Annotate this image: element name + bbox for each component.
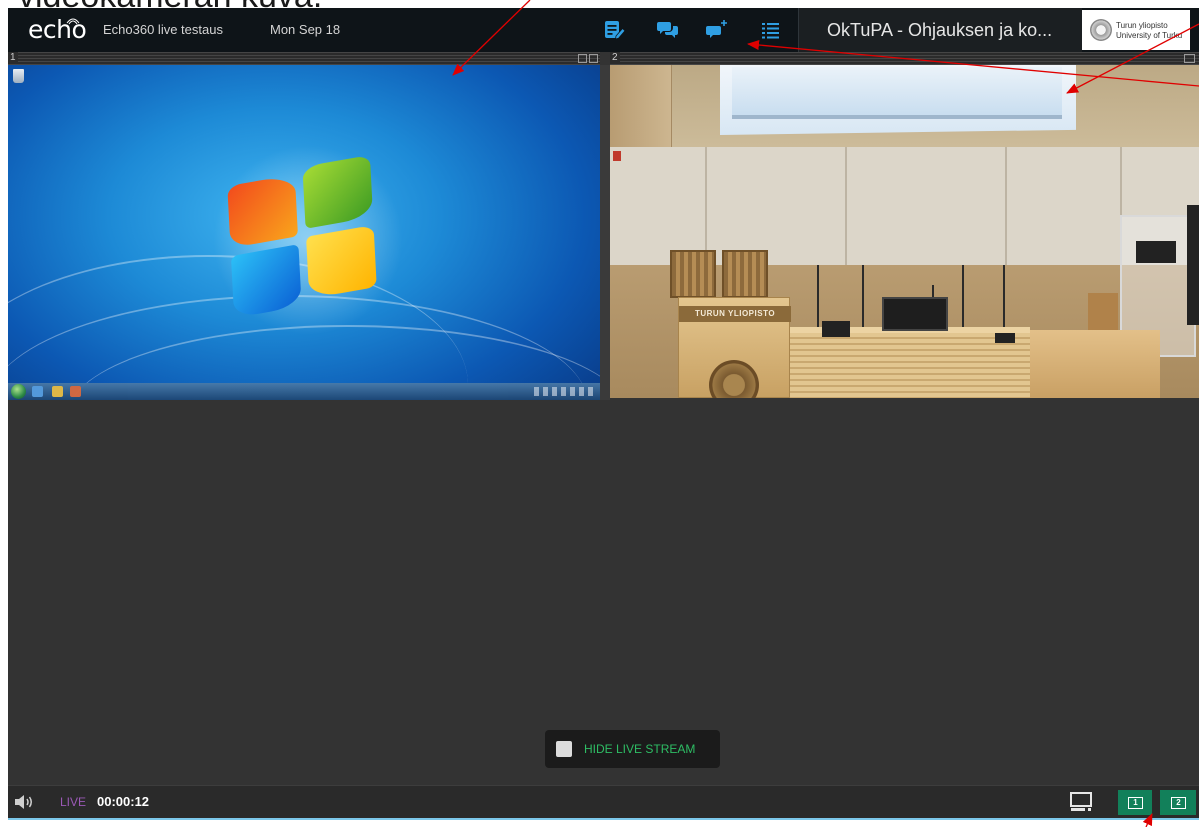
cardboard-box (1088, 293, 1118, 333)
microphone (862, 265, 864, 327)
live-indicator: LIVE (60, 795, 87, 809)
dark-equipment (1187, 205, 1199, 325)
section-title: OkTuPA - Ohjauksen ja ko... (827, 20, 1053, 40)
projected-taskbar (732, 115, 1062, 119)
university-name-en: University of Turku (1116, 31, 1183, 40)
recycle-bin-icon (13, 69, 24, 83)
panel-2-label: 2 (610, 52, 620, 64)
top-header: echo Echo360 live testaus Mon Sep 18 OkT… (8, 8, 1199, 52)
panel-1-screen-capture (8, 65, 600, 400)
windows-logo (227, 154, 383, 319)
windows-taskbar (8, 383, 600, 400)
taskbar-browser-icon (32, 386, 43, 397)
wall-boards (610, 147, 1199, 265)
university-name-fi: Turun yliopisto (1116, 21, 1168, 30)
microphone (962, 265, 964, 327)
windows-logo-red-pane (227, 174, 299, 249)
notes-icon[interactable] (604, 20, 626, 40)
chair (670, 250, 716, 298)
ask-question-icon[interactable] (706, 20, 728, 40)
university-logo: Turun yliopisto University of Turku (1082, 10, 1190, 50)
board-divider (845, 147, 847, 265)
volume-icon[interactable] (14, 794, 34, 810)
board-divider (1005, 147, 1007, 265)
hide-live-stream-label: HIDE LIVE STREAM (584, 742, 696, 756)
university-emblem-icon (1090, 19, 1112, 41)
microphone (1003, 265, 1005, 327)
layout-button-1[interactable]: 1 (1118, 790, 1152, 815)
echo-logo: echo (28, 15, 87, 44)
board-divider (705, 147, 707, 265)
logo-waves-icon (66, 18, 80, 25)
panel-2-camera-view: TURUN YLIOPISTO (610, 65, 1199, 398)
layout-button-2[interactable]: 2 (1160, 790, 1196, 815)
course-title: Echo360 live testaus (103, 22, 223, 37)
section-title-area: OkTuPA - Ohjauksen ja ko... (798, 8, 1082, 52)
player-controls: LIVE 00:00:12 1 2 (8, 785, 1199, 818)
panel-1-maximize-icon[interactable] (589, 54, 598, 63)
podium: TURUN YLIOPISTO (678, 297, 791, 398)
panel-1-label: 1 (8, 52, 18, 64)
panel-1-restore-icon[interactable] (578, 54, 587, 63)
layout-button-2-label: 2 (1171, 796, 1186, 809)
microphone (817, 265, 819, 327)
podium-text: TURUN YLIOPISTO (679, 306, 791, 322)
panel-2-titlebar: 2 (610, 52, 1199, 65)
hide-live-stream-button[interactable]: HIDE LIVE STREAM (545, 730, 720, 768)
windows-logo-blue-pane (230, 244, 302, 319)
panel-1-titlebar: 1 (8, 52, 600, 65)
elapsed-time: 00:00:12 (97, 794, 150, 809)
layout-button-1-label: 1 (1128, 796, 1143, 809)
lecture-desk (790, 327, 1030, 398)
start-orb-icon (11, 384, 26, 399)
system-tray (534, 387, 594, 396)
panel-divider (600, 65, 610, 400)
desk-monitor (882, 297, 948, 331)
desk-device (995, 333, 1015, 343)
chair (722, 250, 768, 298)
taskbar-folder-icon (52, 386, 63, 397)
desk-device (822, 321, 850, 337)
windows-logo-yellow-pane (306, 224, 377, 299)
cart-device (1136, 241, 1176, 263)
screen-layout-icon[interactable] (1070, 791, 1094, 813)
hide-live-stream-checkbox[interactable] (556, 741, 572, 757)
podium-seal (709, 360, 759, 398)
progress-line (8, 818, 1199, 820)
fire-alarm (613, 151, 621, 161)
outline-icon[interactable] (760, 20, 782, 40)
taskbar-media-icon (70, 386, 81, 397)
panel-2-expand-icon[interactable] (1184, 54, 1195, 63)
windows-logo-green-pane (302, 155, 374, 229)
session-date: Mon Sep 18 (270, 22, 341, 37)
discussion-icon[interactable] (657, 20, 679, 40)
projected-image (732, 67, 1062, 119)
side-table (1030, 330, 1160, 398)
projection-screen (720, 65, 1076, 135)
